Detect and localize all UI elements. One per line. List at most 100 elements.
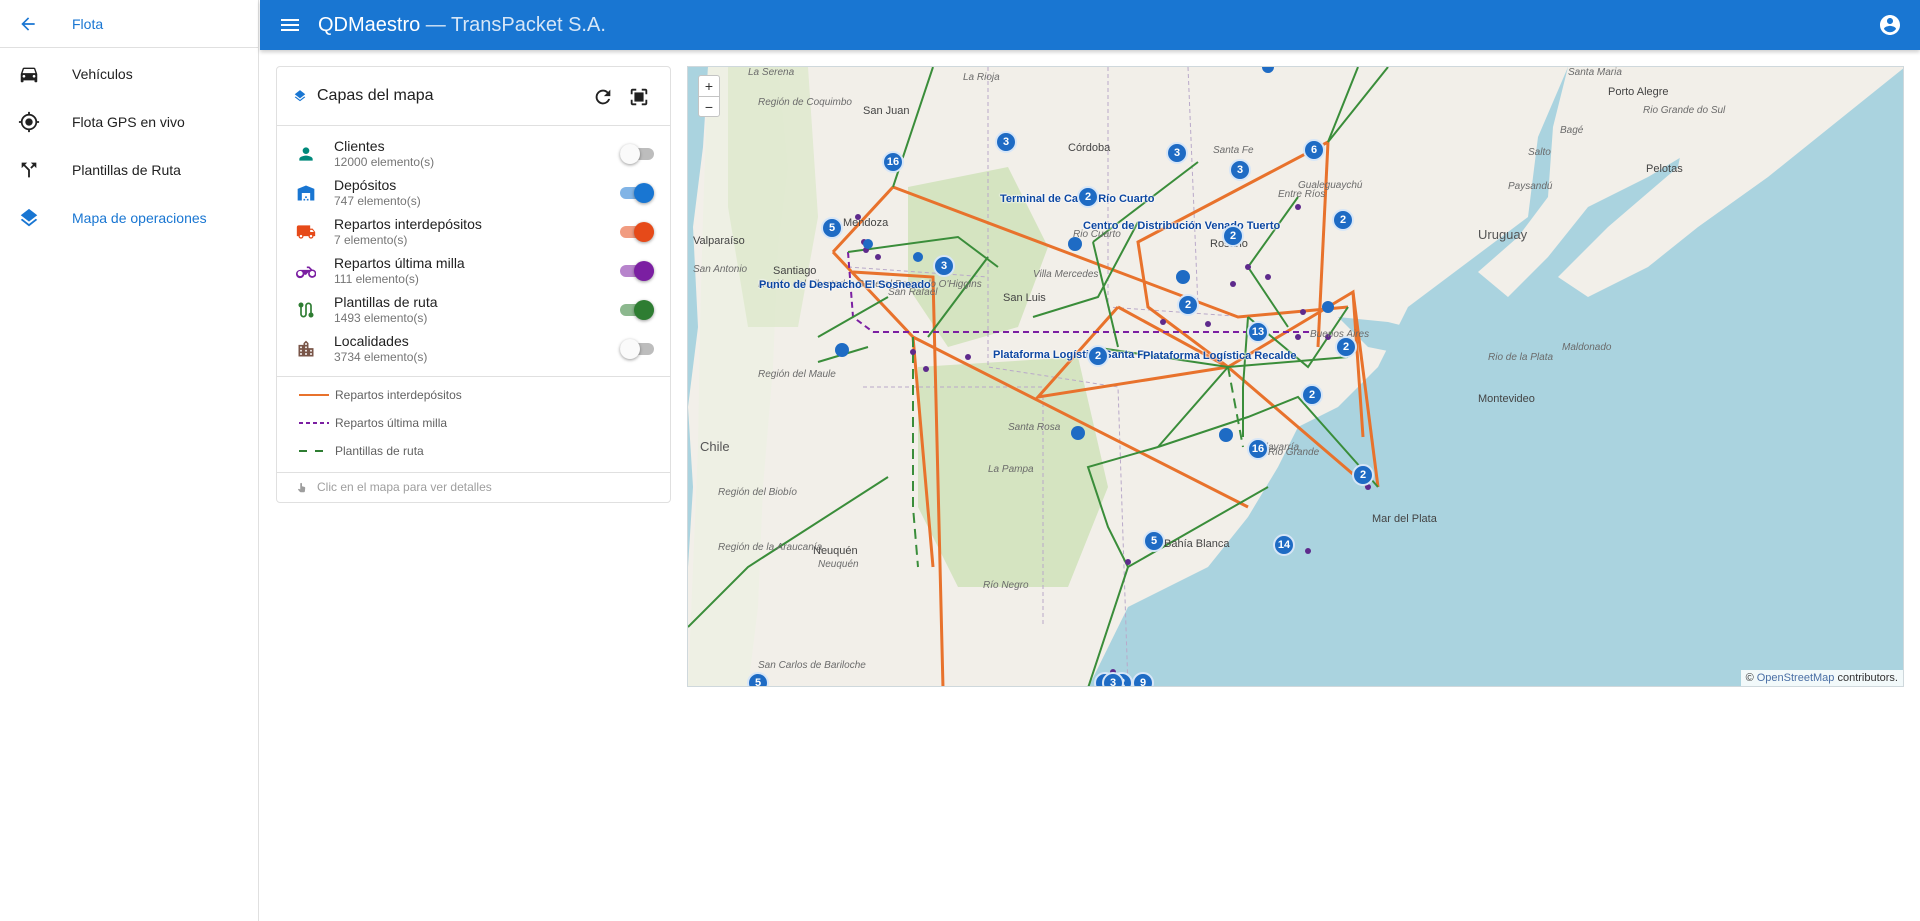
map-cluster-marker[interactable]: 5: [1143, 530, 1165, 552]
map-cluster-marker[interactable]: 2: [1177, 294, 1199, 316]
car-icon: [18, 63, 40, 85]
layer-toggle[interactable]: [620, 339, 654, 359]
layer-row-depósitos: Depósitos 747 elemento(s): [277, 173, 670, 212]
place-label: Santa Rosa: [1008, 422, 1061, 433]
place-label: Rio de la Plata: [1488, 352, 1554, 363]
sidebar: Flota Vehículos Flota GPS en vivo Planti…: [0, 0, 259, 921]
layer-name: Plantillas de ruta: [334, 293, 438, 310]
city-icon: [295, 338, 317, 360]
map-cluster-marker[interactable]: 14: [1273, 534, 1295, 556]
map-cluster-marker[interactable]: 3: [933, 255, 955, 277]
layers-icon: [294, 90, 306, 102]
app-name: QDMaestro: [318, 13, 421, 36]
zoom-in-button[interactable]: +: [699, 76, 719, 96]
legend-line-swatch: [299, 394, 329, 396]
nav-item-plantillas[interactable]: Plantillas de Ruta: [0, 146, 258, 194]
legend-label: Repartos interdepósitos: [335, 388, 462, 402]
map-cluster-marker[interactable]: 3: [995, 131, 1017, 153]
city-label: Mar del Plata: [1372, 513, 1437, 525]
account-icon[interactable]: [1878, 13, 1902, 37]
place-label: San Antonio: [693, 264, 748, 275]
zoom-out-button[interactable]: −: [699, 96, 719, 116]
warehouse-icon: [295, 182, 317, 204]
layer-count: 3734 elemento(s): [334, 349, 428, 364]
map-cluster-marker[interactable]: 5: [821, 217, 843, 239]
layers-panel-header: Capas del mapa: [277, 67, 670, 126]
attrib-suffix: contributors.: [1834, 672, 1898, 684]
map-cluster-marker[interactable]: 16: [1247, 438, 1269, 460]
refresh-icon[interactable]: [592, 86, 614, 108]
city-label: Pelotas: [1646, 163, 1683, 175]
layer-toggle[interactable]: [620, 183, 654, 203]
layer-count: 747 elemento(s): [334, 193, 421, 208]
fork-icon: [18, 159, 40, 181]
map-cluster-marker[interactable]: 5: [747, 672, 769, 686]
place-label: La Rioja: [963, 72, 1000, 83]
layer-name: Localidades: [334, 332, 409, 349]
map-cluster-marker[interactable]: 2: [1087, 345, 1109, 367]
fit-bounds-icon[interactable]: [628, 86, 650, 108]
gps-icon: [18, 111, 40, 133]
nav-item-mapa-operaciones[interactable]: Mapa de operaciones: [0, 194, 258, 242]
map-cluster-marker[interactable]: 3: [1166, 142, 1188, 164]
back-button[interactable]: Flota: [0, 0, 258, 48]
osm-link[interactable]: OpenStreetMap: [1757, 672, 1835, 684]
layer-toggle[interactable]: [620, 300, 654, 320]
map-cluster-marker[interactable]: 2: [1301, 384, 1323, 406]
layer-name: Clientes: [334, 137, 385, 154]
nav-item-vehiculos[interactable]: Vehículos: [0, 50, 258, 98]
legend-row: Plantillas de ruta: [277, 437, 670, 465]
nav-item-flota-gps[interactable]: Flota GPS en vivo: [0, 98, 258, 146]
menu-icon[interactable]: [278, 13, 302, 37]
legend-row: Repartos interdepósitos: [277, 381, 670, 409]
zoom-control: + −: [698, 75, 720, 117]
map-label-recalde[interactable]: Plataforma Logística Recalde: [1143, 350, 1296, 362]
map-label-venado[interactable]: Centro de Distribución Venado Tuerto: [1083, 220, 1280, 232]
nav-label: Plantillas de Ruta: [72, 162, 181, 178]
city-label: Porto Alegre: [1608, 86, 1669, 98]
place-label: Río Negro: [983, 580, 1029, 591]
layer-toggle[interactable]: [620, 144, 654, 164]
map-cluster-marker[interactable]: 9: [1132, 672, 1154, 686]
place-label: Paysandú: [1508, 181, 1553, 192]
place-label: San Carlos de Bariloche: [758, 660, 866, 671]
operations-map[interactable]: ChileUruguayCórdobaMendozaSantiagoRosari…: [687, 66, 1904, 687]
legend-label: Repartos última milla: [335, 416, 448, 430]
layer-count: 12000 elemento(s): [334, 154, 435, 169]
map-cluster-marker[interactable]: 6: [1303, 139, 1325, 161]
layers-panel-title: Capas del mapa: [317, 87, 434, 104]
map-cluster-marker[interactable]: 2: [1222, 225, 1244, 247]
city-label: Santiago: [773, 265, 817, 277]
place-label: Rio Grande do Sul: [1643, 105, 1726, 116]
nav-label: Flota GPS en vivo: [72, 114, 185, 130]
layer-name: Repartos interdepósitos: [334, 215, 482, 232]
map-cluster-marker[interactable]: 2: [1332, 209, 1354, 231]
layer-name: Repartos última milla: [334, 254, 465, 271]
map-label-santafe[interactable]: Plataforma Logística Santa F: [993, 349, 1144, 361]
back-label: Flota: [72, 15, 104, 32]
map-cluster-marker[interactable]: 2: [1335, 336, 1357, 358]
truck-icon: [295, 221, 317, 243]
map-label-sosneado[interactable]: Punto de Despacho El Sosneado: [759, 279, 931, 291]
motorcycle-icon: [295, 260, 317, 282]
layer-toggle[interactable]: [620, 222, 654, 242]
map-cluster-marker[interactable]: 2: [1077, 186, 1099, 208]
map-attribution: © OpenStreetMap contributors.: [1740, 670, 1903, 686]
layer-toggle[interactable]: [620, 261, 654, 281]
layer-row-localidades: Localidades 3734 elemento(s): [277, 329, 670, 368]
city-label: Córdoba: [1068, 142, 1111, 154]
app-bar: QDMaestro — TransPacket S.A.: [260, 0, 1920, 50]
nav-label: Mapa de operaciones: [72, 210, 207, 226]
map-basemap: [688, 67, 1903, 686]
legend-label: Plantillas de ruta: [335, 444, 424, 458]
layer-count: 111 elemento(s): [334, 271, 419, 286]
layer-row-repartos-última-milla: Repartos última milla 111 elemento(s): [277, 251, 670, 290]
map-cluster-marker[interactable]: 13: [1247, 321, 1269, 343]
map-cluster-marker[interactable]: 3: [1102, 672, 1124, 686]
map-cluster-marker[interactable]: 16: [882, 151, 904, 173]
country-label: Chile: [700, 439, 730, 454]
map-cluster-marker[interactable]: 3: [1229, 159, 1251, 181]
place-label: Bagé: [1560, 125, 1584, 136]
map-cluster-marker[interactable]: 2: [1352, 464, 1374, 486]
city-label: Bahía Blanca: [1164, 538, 1230, 550]
